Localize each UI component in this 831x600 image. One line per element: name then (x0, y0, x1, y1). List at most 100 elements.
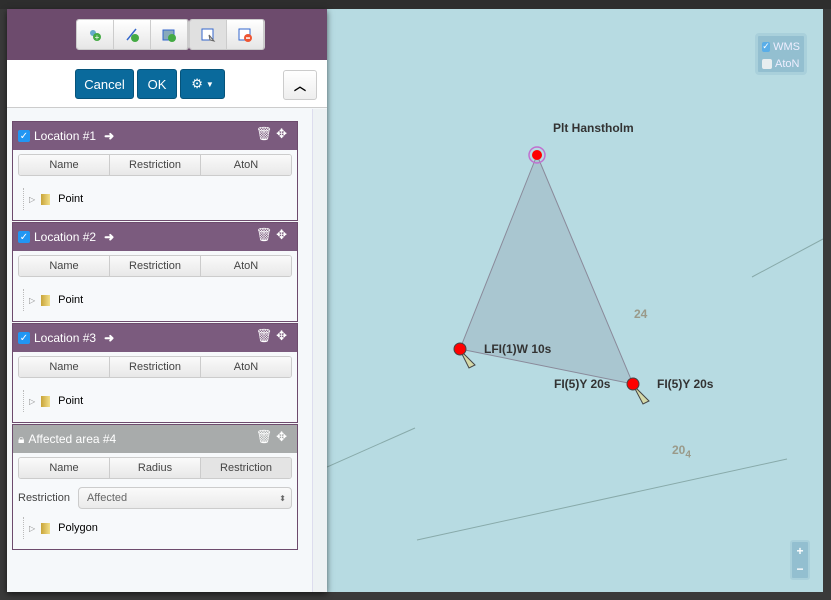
checkbox-checked-icon[interactable]: ✓ (762, 41, 771, 52)
checkbox-checked-icon[interactable]: ✓ (18, 231, 30, 243)
trash-icon[interactable]: 🗑︎ (256, 328, 277, 343)
map-view[interactable]: Plt Hanstholm LFI(1)W 10s FI(5)Y 20s FI(… (327, 9, 823, 592)
tab-restriction[interactable]: Restriction (201, 458, 291, 478)
tab-name[interactable]: Name (19, 357, 110, 377)
card-tabs: Name Restriction AtoN (18, 154, 292, 176)
expand-icon[interactable]: ▷ (29, 296, 35, 305)
restriction-select[interactable]: Affected ⬍ (77, 487, 292, 509)
move-icon[interactable]: ✥ (276, 328, 291, 343)
restriction-value: Affected (86, 492, 128, 504)
svg-text:+: + (94, 33, 99, 42)
move-icon[interactable]: ✥ (276, 429, 291, 444)
map-label-top: Plt Hanstholm (553, 121, 634, 135)
light-marker[interactable] (532, 150, 542, 160)
expand-icon[interactable]: ▷ (29, 524, 35, 533)
tree-label: Point (58, 193, 84, 205)
move-icon[interactable]: ✥ (276, 126, 291, 141)
tab-restriction[interactable]: Restriction (110, 155, 201, 175)
folder-icon (41, 522, 51, 534)
app-top-bar (0, 0, 831, 9)
cancel-button[interactable]: Cancel (75, 69, 134, 99)
card-header: ✓ Location #2 ➜ 🗑︎✥ (13, 223, 297, 251)
trash-icon[interactable]: 🗑︎ (256, 227, 277, 242)
scrollbar[interactable] (312, 109, 327, 592)
map-label-right-b: FI(5)Y 20s (657, 377, 714, 391)
tab-restriction[interactable]: Restriction (110, 357, 201, 377)
tree-node[interactable]: ▷ Point (23, 390, 297, 412)
add-line-icon (125, 28, 139, 42)
draw-toolbar: + (7, 9, 327, 60)
remove-feature-icon (238, 28, 252, 42)
light-marker[interactable] (453, 342, 467, 356)
tab-name[interactable]: Name (19, 155, 110, 175)
add-polygon-button[interactable] (150, 20, 188, 49)
checkbox-unchecked-icon[interactable] (762, 58, 772, 69)
tree-node[interactable]: ▷ Point (23, 289, 297, 311)
depth-decimal: 4 (685, 449, 691, 461)
trash-icon[interactable]: 🗑︎ (256, 126, 277, 141)
card-title: Affected area #4 (28, 432, 117, 446)
tab-name[interactable]: Name (19, 458, 110, 478)
tree-label: Point (58, 294, 84, 306)
select-feature-button[interactable] (189, 20, 227, 49)
tab-name[interactable]: Name (19, 256, 110, 276)
folder-icon (41, 294, 51, 306)
folder-icon (41, 395, 51, 407)
depth-contour (327, 427, 416, 468)
tree-label: Polygon (58, 522, 98, 534)
tab-aton[interactable]: AtoN (201, 357, 291, 377)
remove-feature-button[interactable] (226, 20, 264, 49)
tree-node[interactable]: ▷ Point (23, 188, 297, 210)
card-title: Location #2 (34, 230, 97, 244)
affected-area-card: 🔒︎ Affected area #4 🗑︎✥ Name Radius Rest… (12, 424, 298, 550)
trash-icon[interactable]: 🗑︎ (256, 429, 277, 444)
tab-restriction[interactable]: Restriction (110, 256, 201, 276)
layer-switcher: ✓ WMS AtoN (755, 33, 807, 75)
settings-dropdown-button[interactable]: ⚙ ▼ (180, 69, 225, 99)
layer-aton[interactable]: AtoN (762, 55, 800, 72)
add-polygon-icon (162, 29, 176, 42)
add-line-button[interactable] (113, 20, 151, 49)
arrow-right-icon[interactable]: ➜ (104, 129, 114, 143)
select-feature-icon (201, 28, 215, 42)
expand-icon[interactable]: ▷ (29, 397, 35, 406)
location-card: ✓ Location #3 ➜ 🗑︎✥ Name Restriction Ato… (12, 323, 298, 423)
restriction-label: Restriction (18, 492, 70, 504)
card-title: Location #1 (34, 129, 97, 143)
tree-node[interactable]: ▷ Polygon (23, 517, 297, 539)
tab-aton[interactable]: AtoN (201, 256, 291, 276)
collapse-button[interactable]: ︿ (283, 70, 317, 100)
arrow-right-icon[interactable]: ➜ (104, 230, 114, 244)
layer-label: WMS (773, 40, 800, 53)
tab-aton[interactable]: AtoN (201, 155, 291, 175)
card-header: 🔒︎ Affected area #4 🗑︎✥ (13, 425, 297, 453)
location-card: ✓ Location #2 ➜ 🗑︎✥ Name Restriction Ato… (12, 222, 298, 322)
depth-contour (751, 238, 823, 278)
chevron-up-icon: ︿ (293, 78, 306, 93)
zoom-control: + − (790, 540, 810, 580)
folder-icon (41, 193, 51, 205)
layer-label: AtoN (775, 57, 800, 70)
gear-icon: ⚙ (191, 76, 203, 91)
feature-editor-panel: + Cancel OK ⚙ ▼ ︿ ✓ Location #1 ➜ 🗑︎✥ Nam… (7, 9, 327, 592)
depth-value: 20 (672, 443, 686, 457)
add-point-button[interactable]: + (76, 20, 114, 49)
ok-button[interactable]: OK (137, 69, 177, 99)
map-label-right-a: FI(5)Y 20s (554, 377, 611, 391)
zoom-out-button[interactable]: − (792, 560, 808, 578)
zoom-in-button[interactable]: + (792, 542, 808, 560)
card-tabs: Name Restriction AtoN (18, 255, 292, 277)
expand-icon[interactable]: ▷ (29, 195, 35, 204)
light-marker[interactable] (626, 377, 640, 391)
checkbox-checked-icon[interactable]: ✓ (18, 332, 30, 344)
depth-sounding: 24 (634, 307, 648, 321)
layer-wms[interactable]: ✓ WMS (762, 38, 800, 55)
arrow-right-icon[interactable]: ➜ (104, 331, 114, 345)
lock-icon: 🔒︎ (18, 431, 25, 446)
checkbox-checked-icon[interactable]: ✓ (18, 130, 30, 142)
tab-radius[interactable]: Radius (110, 458, 201, 478)
tree-label: Point (58, 395, 84, 407)
select-arrows-icon: ⬍ (279, 493, 286, 503)
card-tabs: Name Radius Restriction (18, 457, 292, 479)
move-icon[interactable]: ✥ (276, 227, 291, 242)
